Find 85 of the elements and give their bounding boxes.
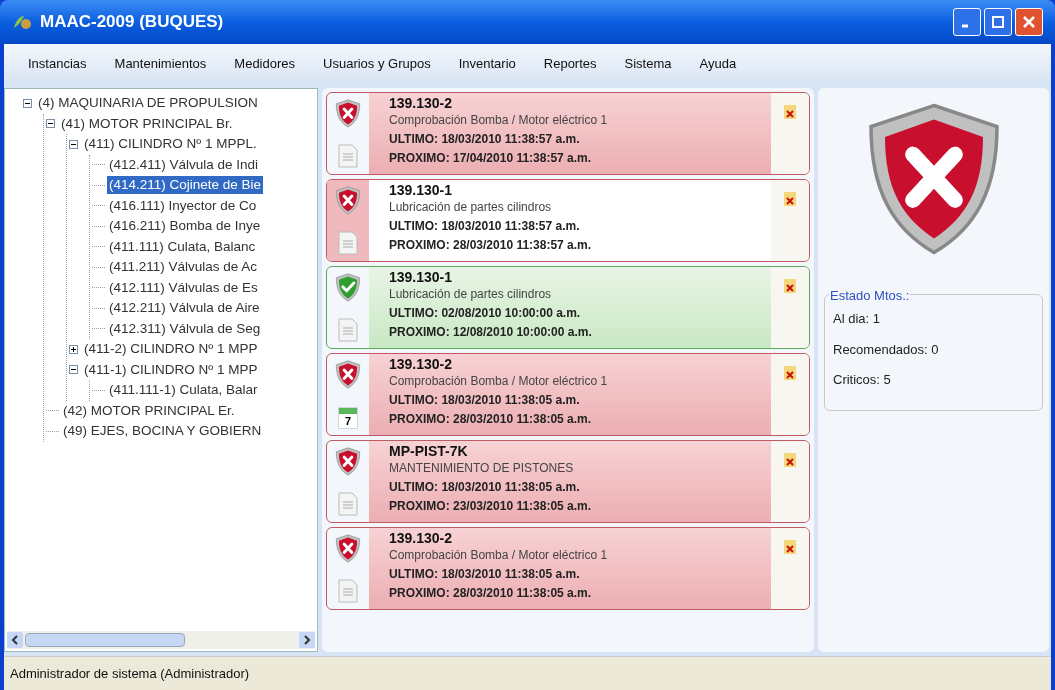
task-description: Comprobación Bomba / Motor eléctrico 1 — [389, 547, 608, 564]
check-shield-icon — [335, 273, 361, 302]
next-date: PROXIMO: 28/03/2010 11:38:05 a.m. — [389, 411, 593, 428]
tree-item[interactable]: (411.211) Válvulas de Ac — [107, 258, 260, 277]
task-code: 139.130-2 — [389, 530, 454, 546]
task-description: Lubricación de partes cilindros — [389, 199, 553, 216]
task-description: Lubricación de partes cilindros — [389, 286, 553, 303]
last-date: ULTIMO: 18/03/2010 11:38:05 a.m. — [389, 392, 581, 409]
menu-item[interactable]: Ayuda — [699, 54, 737, 74]
error-shield-icon — [335, 534, 361, 563]
tree-item[interactable]: (49) EJES, BOCINA Y GOBIERN — [61, 422, 264, 441]
menu-item[interactable]: Inventario — [458, 54, 516, 74]
tree-item[interactable]: (414.211) Cojinete de Bie — [107, 176, 264, 195]
app-logo-icon — [12, 14, 32, 30]
collapse-icon[interactable] — [46, 119, 55, 129]
task-code: 139.130-1 — [389, 182, 454, 198]
last-date: ULTIMO: 18/03/2010 11:38:05 a.m. — [389, 566, 581, 583]
task-card[interactable]: 139.130-1 Lubricación de partes cilindros ULTIMO: 18/03/2010 11:38:57 a.m. PROXIMO: 28/03/2010 11:38:57 a.m. — [326, 179, 810, 262]
tree-item[interactable]: (412.411) Válvula de Indi — [107, 155, 261, 174]
minimize-icon[interactable] — [953, 8, 981, 36]
task-code: MP-PIST-7K — [389, 443, 469, 459]
task-card[interactable]: 7 139.130-2 Comprobación Bomba / Motor eléctrico 1 ULTIMO: 18/03/2010 11:38:05 a.m. PROXIMO: 28/03/2010 11:38:05 a.m. — [326, 353, 810, 436]
tree-item[interactable]: (412.211) Válvula de Aire — [107, 299, 262, 318]
task-card[interactable]: 139.130-2 Comprobación Bomba / Motor eléctrico 1 ULTIMO: 18/03/2010 11:38:57 a.m. PROXIMO: 17/04/2010 11:38:57 a.m. — [326, 92, 810, 175]
task-card[interactable]: 139.130-2 Comprobación Bomba / Motor eléctrico 1 ULTIMO: 18/03/2010 11:38:05 a.m. PROXIMO: 28/03/2010 11:38:05 a.m. — [326, 527, 810, 610]
scroll-left-icon[interactable] — [7, 632, 23, 648]
next-date: PROXIMO: 28/03/2010 11:38:57 a.m. — [389, 237, 592, 254]
delete-icon[interactable] — [784, 105, 796, 119]
tree-item[interactable]: (411-2) CILINDRO Nº 1 MPP — [82, 340, 260, 359]
collapse-icon[interactable] — [69, 139, 78, 149]
tree-item[interactable]: (411) CILINDRO Nº 1 MPPL. — [82, 135, 259, 154]
tree-item[interactable]: (412.311) Válvula de Seg — [107, 319, 263, 338]
delete-icon[interactable] — [784, 366, 796, 380]
tree-item[interactable]: (411.111-1) Culata, Balar — [107, 381, 260, 400]
next-date: PROXIMO: 12/08/2010 10:00:00 a.m. — [389, 324, 592, 341]
task-description: Comprobación Bomba / Motor eléctrico 1 — [389, 373, 608, 390]
scrollbar-thumb[interactable] — [25, 633, 185, 647]
last-date: ULTIMO: 02/08/2010 10:00:00 a.m. — [389, 305, 582, 322]
scroll-right-icon[interactable] — [299, 632, 315, 648]
task-card[interactable]: 139.130-1 Lubricación de partes cilindros ULTIMO: 02/08/2010 10:00:00 a.m. PROXIMO: 12/08/2010 10:00:00 a.m. — [326, 266, 810, 349]
delete-icon[interactable] — [784, 192, 796, 206]
menu-item[interactable]: Usuarios y Grupos — [323, 54, 431, 74]
next-date: PROXIMO: 17/04/2010 11:38:57 a.m. — [389, 150, 593, 167]
error-shield-icon — [335, 186, 361, 215]
tree-item[interactable]: (411.111) Culata, Balanc — [107, 237, 258, 256]
collapse-icon[interactable] — [23, 98, 32, 108]
task-code: 139.130-2 — [389, 356, 454, 372]
task-code: 139.130-1 — [389, 269, 454, 285]
tree-item[interactable]: (411-1) CILINDRO Nº 1 MPP — [82, 360, 260, 379]
tree-item[interactable]: (416.111) Inyector de Co — [107, 196, 259, 215]
error-shield-icon — [335, 447, 361, 476]
status-count: Recomendados: 0 — [833, 340, 940, 359]
menu-item[interactable]: Sistema — [624, 54, 672, 74]
expand-icon[interactable] — [69, 344, 78, 354]
task-card[interactable]: MP-PIST-7K MANTENIMIENTO DE PISTONES ULTIMO: 18/03/2010 11:38:05 a.m. PROXIMO: 23/03/2010 11:38:05 a.m. — [326, 440, 810, 523]
delete-icon[interactable] — [784, 453, 796, 467]
last-date: ULTIMO: 18/03/2010 11:38:57 a.m. — [389, 131, 581, 148]
status-count: Criticos: 5 — [833, 371, 892, 389]
close-icon[interactable] — [1015, 8, 1043, 36]
tree-item[interactable]: (4) MAQUINARIA DE PROPULSION — [36, 94, 260, 113]
last-date: ULTIMO: 18/03/2010 11:38:05 a.m. — [389, 479, 581, 496]
task-description: MANTENIMIENTO DE PISTONES — [389, 460, 575, 477]
calendar-icon: 7 — [338, 407, 358, 429]
collapse-icon[interactable] — [69, 365, 78, 375]
task-code: 139.130-2 — [389, 95, 454, 111]
window-title: MAAC-2009 (BUQUES) — [40, 11, 225, 34]
menu-item[interactable]: Mantenimientos — [114, 54, 207, 74]
menu-item[interactable]: Instancias — [28, 54, 87, 74]
next-date: PROXIMO: 28/03/2010 11:38:05 a.m. — [389, 585, 593, 602]
task-description: Comprobación Bomba / Motor eléctrico 1 — [389, 112, 608, 129]
menu-item[interactable]: Reportes — [543, 54, 597, 74]
delete-icon[interactable] — [784, 279, 796, 293]
tree-item[interactable]: (42) MOTOR PRINCIPAL Er. — [61, 401, 237, 420]
status-text: Administrador de sistema (Administrador) — [10, 664, 250, 683]
menu-item[interactable]: Medidores — [234, 54, 296, 74]
next-date: PROXIMO: 23/03/2010 11:38:05 a.m. — [389, 498, 592, 515]
maximize-icon[interactable] — [984, 8, 1012, 36]
delete-icon[interactable] — [784, 540, 796, 554]
tree-item[interactable]: (41) MOTOR PRINCIPAL Br. — [59, 114, 235, 133]
error-shield-icon — [335, 360, 361, 389]
last-date: ULTIMO: 18/03/2010 11:38:57 a.m. — [389, 218, 581, 235]
error-shield-icon — [335, 99, 361, 128]
tree-item[interactable]: (412.111) Válvulas de Es — [107, 278, 260, 297]
tree-item[interactable]: (416.211) Bomba de Inye — [107, 217, 263, 236]
status-count: Al dia: 1 — [833, 310, 881, 328]
